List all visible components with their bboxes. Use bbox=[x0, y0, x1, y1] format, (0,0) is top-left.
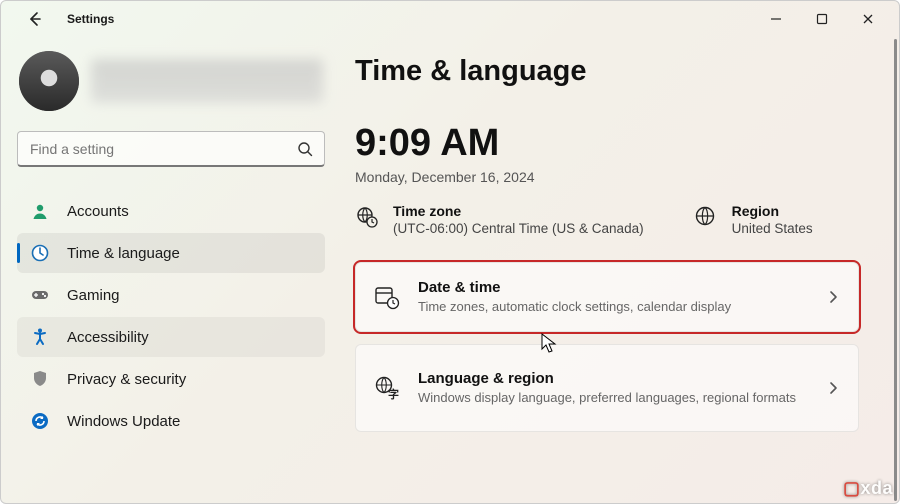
svg-text:字: 字 bbox=[388, 387, 399, 401]
card-title: Date & time bbox=[418, 279, 808, 296]
sidebar-item-label: Time & language bbox=[67, 245, 180, 262]
page-title: Time & language bbox=[355, 55, 859, 88]
minimize-button[interactable] bbox=[753, 3, 799, 35]
language-icon: 字 bbox=[374, 375, 400, 401]
timezone-info: Time zone (UTC-06:00) Central Time (US &… bbox=[355, 203, 644, 236]
chevron-right-icon bbox=[826, 290, 840, 304]
accessibility-icon bbox=[29, 326, 51, 348]
timezone-value: (UTC-06:00) Central Time (US & Canada) bbox=[393, 221, 644, 236]
clock-globe-icon bbox=[29, 242, 51, 264]
sidebar-item-label: Privacy & security bbox=[67, 371, 186, 388]
close-button[interactable] bbox=[845, 3, 891, 35]
timezone-label: Time zone bbox=[393, 203, 644, 219]
globe-clock-icon bbox=[355, 205, 379, 229]
profile-block[interactable] bbox=[17, 45, 325, 123]
sidebar-item-accessibility[interactable]: Accessibility bbox=[17, 317, 325, 357]
shield-icon bbox=[29, 368, 51, 390]
globe-icon bbox=[694, 205, 718, 229]
card-subtitle: Windows display language, preferred lang… bbox=[418, 389, 808, 407]
calendar-clock-icon bbox=[374, 284, 400, 310]
sidebar-item-accounts[interactable]: Accounts bbox=[17, 191, 325, 231]
profile-name-blurred bbox=[91, 59, 323, 103]
region-label: Region bbox=[732, 203, 813, 219]
sidebar-item-time-language[interactable]: Time & language bbox=[17, 233, 325, 273]
window-title: Settings bbox=[67, 12, 114, 26]
sidebar-item-label: Accessibility bbox=[67, 329, 149, 346]
close-icon bbox=[862, 13, 874, 25]
back-arrow-icon bbox=[27, 11, 43, 27]
card-language-region[interactable]: 字 Language & region Windows display lang… bbox=[355, 344, 859, 432]
maximize-icon bbox=[816, 13, 828, 25]
scrollbar[interactable] bbox=[894, 39, 897, 501]
card-date-time[interactable]: Date & time Time zones, automatic clock … bbox=[355, 262, 859, 332]
watermark: ▢xda bbox=[843, 478, 893, 499]
region-info: Region United States bbox=[694, 203, 813, 236]
sidebar-item-gaming[interactable]: Gaming bbox=[17, 275, 325, 315]
update-icon bbox=[29, 410, 51, 432]
chevron-right-icon bbox=[826, 381, 840, 395]
search-input[interactable] bbox=[17, 131, 325, 167]
sidebar-item-privacy[interactable]: Privacy & security bbox=[17, 359, 325, 399]
region-value: United States bbox=[732, 221, 813, 236]
search-icon bbox=[297, 141, 313, 157]
sidebar-item-label: Windows Update bbox=[67, 413, 180, 430]
gamepad-icon bbox=[29, 284, 51, 306]
sidebar-item-label: Accounts bbox=[67, 203, 129, 220]
avatar bbox=[19, 51, 79, 111]
maximize-button[interactable] bbox=[799, 3, 845, 35]
sidebar-item-label: Gaming bbox=[67, 287, 120, 304]
current-time: 9:09 AM bbox=[355, 122, 859, 165]
card-subtitle: Time zones, automatic clock settings, ca… bbox=[418, 298, 808, 316]
person-icon bbox=[29, 200, 51, 222]
minimize-icon bbox=[770, 13, 782, 25]
back-button[interactable] bbox=[21, 5, 49, 33]
current-date: Monday, December 16, 2024 bbox=[355, 169, 859, 185]
sidebar-item-windows-update[interactable]: Windows Update bbox=[17, 401, 325, 441]
card-title: Language & region bbox=[418, 370, 808, 387]
